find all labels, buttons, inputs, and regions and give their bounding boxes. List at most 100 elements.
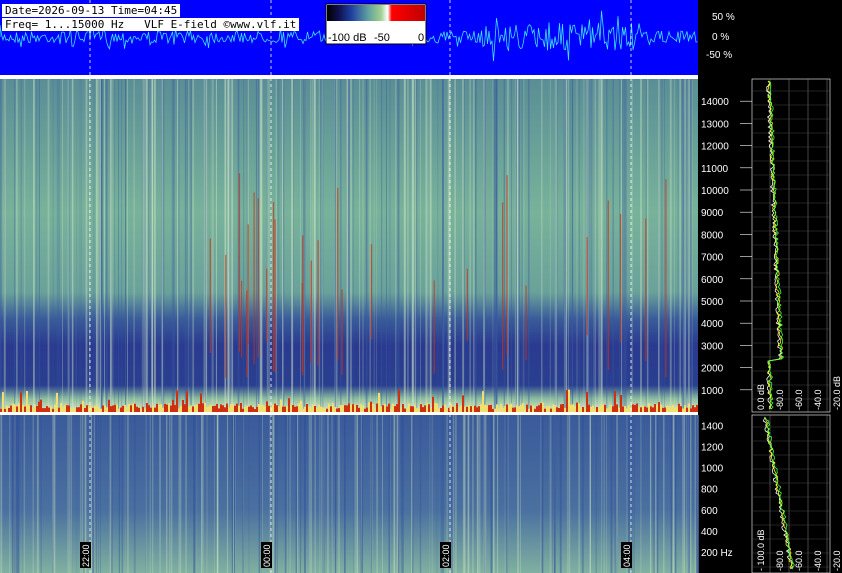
spectrogram-baseline — [80, 404, 82, 412]
spectrogram-spike — [506, 175, 508, 356]
spectrogram-baseline — [526, 404, 528, 412]
spectrogram-stripe — [395, 79, 397, 412]
spectrogram-stripe — [18, 415, 20, 573]
spectrogram-baseline — [182, 400, 184, 412]
spectrogram-baseline — [326, 408, 328, 412]
spectrogram-baseline — [598, 406, 600, 412]
spectrogram-stripe — [293, 79, 294, 412]
spectrogram-spike — [266, 268, 268, 341]
spectrogram-baseline — [138, 407, 140, 412]
spectrogram-baseline — [192, 406, 194, 412]
spectrogram-stripe — [483, 79, 485, 412]
spectrogram-spike — [645, 218, 647, 362]
spectrogram-stripe — [346, 79, 349, 412]
spectrogram-stripe — [515, 79, 517, 412]
spectrogram-baseline — [422, 407, 424, 412]
spectrogram-baseline — [654, 404, 656, 412]
waveform-divider — [0, 75, 698, 79]
spectrogram-baseline — [636, 403, 638, 412]
spectrogram-stripe — [429, 79, 432, 412]
spectrogram-stripe — [619, 79, 620, 412]
spectrogram-stripe — [266, 79, 268, 412]
spectrogram-stripe — [38, 79, 40, 412]
spectrogram-stripe — [226, 415, 229, 573]
time-tick: 00:00 — [261, 542, 272, 568]
spectrogram-baseline — [104, 405, 106, 412]
spectrogram-baseline — [554, 405, 556, 412]
spectrogram-baseline — [490, 404, 492, 412]
spectrogram-baseline — [176, 390, 178, 412]
spectrogram-baseline — [608, 409, 610, 412]
spectrogram-baseline — [380, 406, 382, 412]
profile-tick: -60.0 — [794, 389, 804, 410]
spectrogram-baseline — [308, 406, 310, 412]
spectrogram-stripe — [300, 415, 302, 573]
spectrogram-baseline — [358, 407, 360, 412]
spectrogram-stripe — [145, 415, 147, 573]
spectrogram-stripe — [334, 79, 336, 412]
spectrogram-stripe — [330, 415, 332, 573]
spectrogram-baseline — [42, 408, 44, 412]
frequency-tick: 1200 — [701, 443, 724, 454]
profile-upper: 0.0 dB -80.0 -60.0 -40.0 -20.0 dB — [751, 78, 842, 413]
spectrogram-baseline — [536, 406, 538, 412]
spectrogram-baseline — [68, 405, 70, 412]
spectrogram-baseline — [610, 404, 612, 412]
spectrogram-baseline — [136, 406, 138, 412]
spectrogram-stripe — [661, 79, 663, 412]
spectrogram-stripe — [353, 415, 355, 573]
spectrogram-stripe — [125, 79, 126, 412]
spectrogram-baseline — [8, 408, 10, 412]
spectrogram-stripe — [455, 415, 457, 573]
spectrogram-stripe — [118, 415, 120, 573]
spectrogram-stripe — [71, 415, 73, 573]
spectrogram-baseline — [144, 408, 146, 412]
spectrogram-baseline — [330, 406, 332, 412]
spectrogram-baseline — [306, 404, 308, 412]
frequency-tick: 8000 — [701, 230, 724, 241]
spectrogram-baseline — [368, 402, 370, 412]
spectrogram-spike — [665, 179, 667, 378]
spectrogram-baseline — [434, 403, 436, 412]
spectrogram-baseline — [294, 406, 296, 412]
spectrogram-stripe — [381, 79, 383, 412]
spectrogram-spike — [620, 213, 622, 343]
spectrogram-stripe — [576, 79, 578, 412]
spectrogram-baseline — [356, 405, 358, 412]
spectrogram-baseline — [504, 406, 506, 412]
spectrogram-stripe — [366, 79, 368, 412]
spectrogram-stripe — [0, 415, 3, 573]
spectrogram-baseline — [476, 407, 478, 412]
spectrogram-baseline — [538, 405, 540, 412]
spectrogram-baseline — [556, 407, 558, 412]
spectrogram-baseline — [412, 406, 414, 412]
spectrogram-stripe — [243, 79, 245, 412]
spectrogram-baseline — [108, 399, 110, 412]
spectrogram-baseline — [650, 406, 652, 412]
spectrogram-baseline — [28, 405, 30, 412]
spectrogram-stripe — [348, 79, 351, 412]
spectrogram-stripe — [490, 415, 493, 573]
spectrogram-baseline — [226, 403, 228, 412]
spectrogram-stripe — [475, 415, 477, 573]
spectrogram-baseline — [194, 405, 196, 412]
spectrogram-baseline — [648, 403, 650, 412]
spectrogram-baseline — [216, 403, 218, 412]
spectrogram-baseline — [72, 408, 74, 412]
spectrogram-baseline — [586, 392, 588, 412]
spectrogram-stripe — [340, 79, 342, 412]
spectrogram-baseline — [510, 403, 512, 412]
spectrogram-stripe — [640, 79, 642, 412]
spectrogram-stripe — [338, 415, 340, 573]
spectrogram-stripe — [128, 415, 129, 573]
spectrogram-stripe — [16, 415, 18, 573]
spectrogram-stripe — [23, 415, 26, 573]
spectrogram-stripe — [496, 79, 498, 412]
spectrogram-stripe — [152, 415, 154, 573]
spectrogram-stripe — [22, 415, 24, 573]
spectrogram-baseline — [218, 408, 220, 412]
spectrogram-baseline — [48, 407, 50, 412]
spectrogram-baseline — [328, 403, 330, 412]
spectrogram-stripe — [141, 79, 143, 412]
spectrogram-stripe — [231, 415, 233, 573]
